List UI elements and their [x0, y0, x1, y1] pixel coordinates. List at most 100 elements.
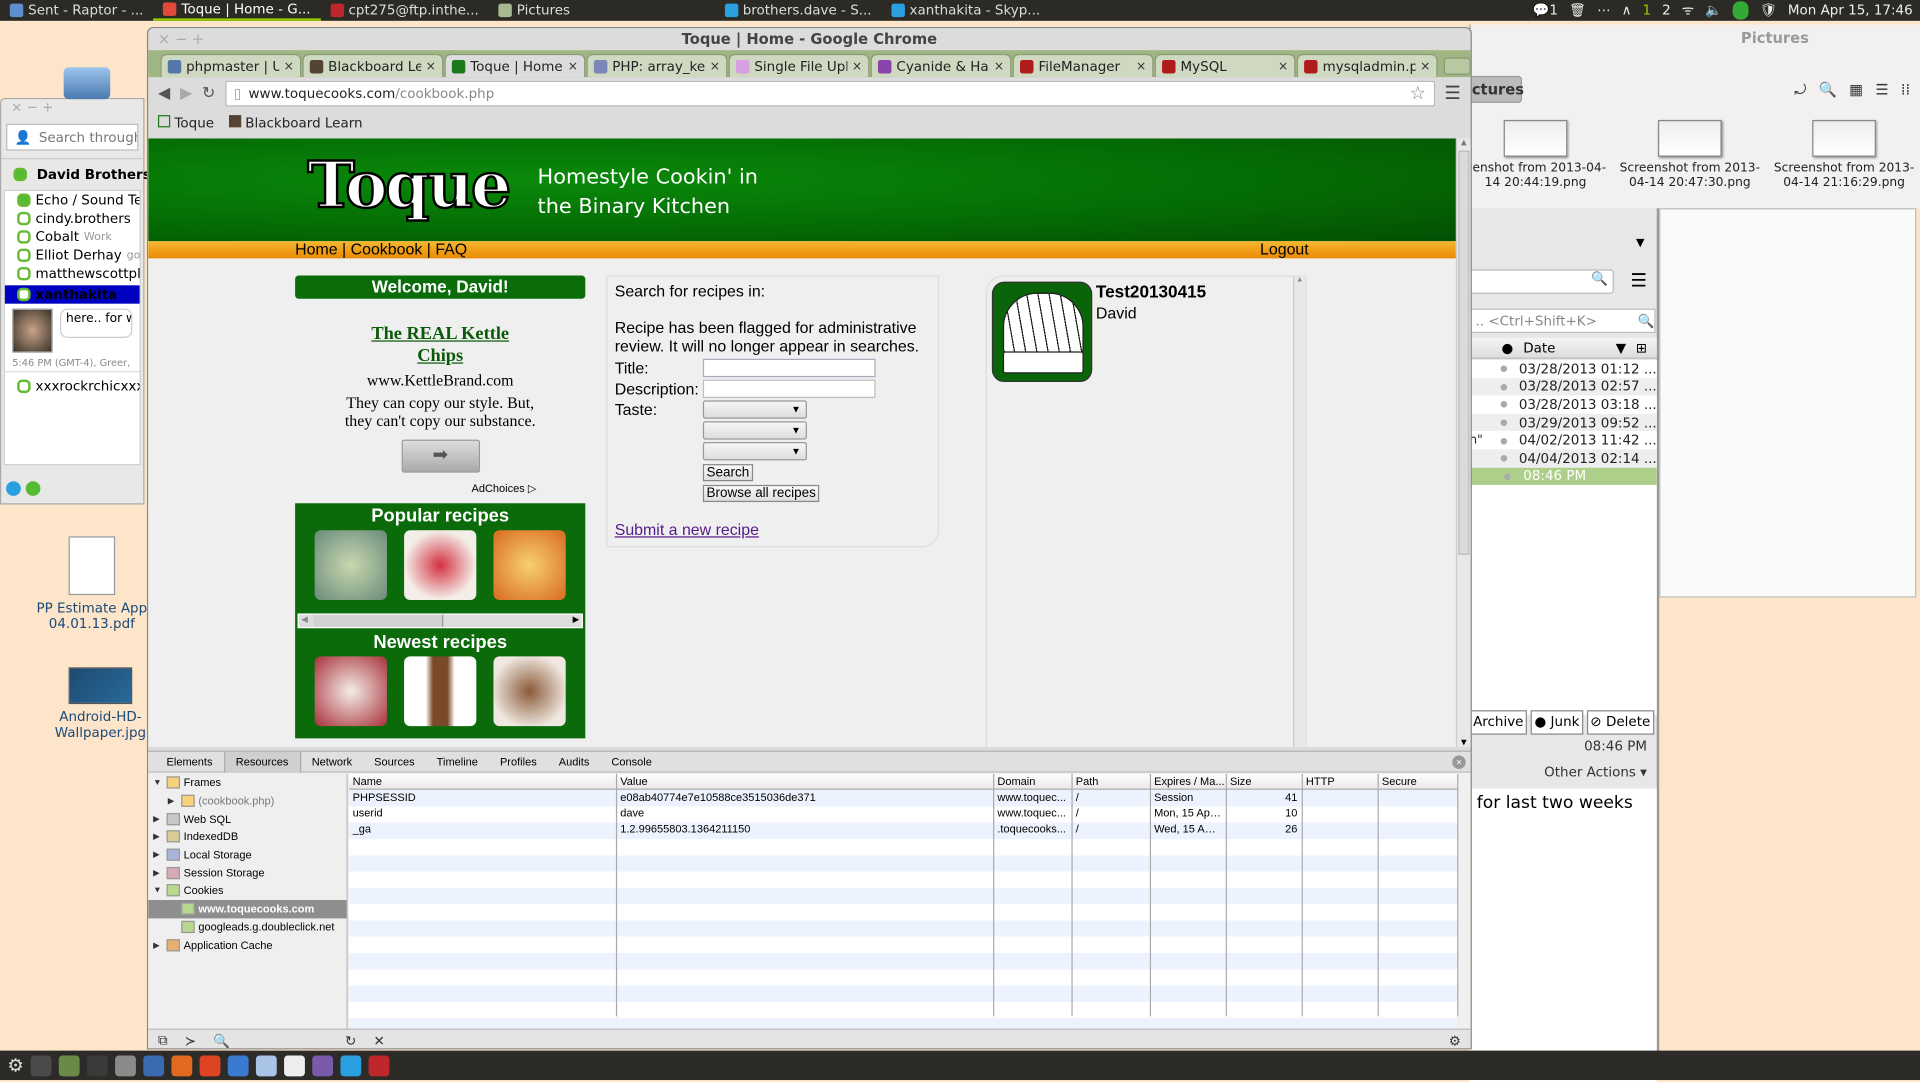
devtools-tab[interactable]: Sources	[363, 751, 425, 772]
settings-gear-icon[interactable]: ⚙	[1449, 1033, 1461, 1048]
title-input[interactable]	[702, 358, 876, 378]
submit-recipe-link[interactable]: Submit a new recipe	[615, 520, 931, 538]
contact-item[interactable]: cindy.brothers	[5, 209, 140, 227]
workspace-1[interactable]: 1	[1643, 2, 1652, 18]
more-icon[interactable]: ⋯	[1597, 2, 1610, 18]
close-tab-icon[interactable]: ×	[994, 59, 1004, 72]
read-dot-icon[interactable]: ●	[1494, 382, 1514, 392]
nav-faq-link[interactable]: FAQ	[435, 240, 467, 258]
contact-item[interactable]: xxxrockrchicxxx	[5, 377, 140, 395]
read-dot-icon[interactable]: ●	[1494, 364, 1514, 374]
window-controls[interactable]: × − +	[1, 99, 143, 116]
up-arrow-icon[interactable]: ∧	[1622, 2, 1632, 18]
browser-tab[interactable]: PHP: array_key ×	[586, 53, 728, 78]
column-picker-icon[interactable]: ⊞	[1626, 340, 1647, 356]
window-list-item[interactable]: Toque | Home - G...	[153, 0, 321, 21]
taskbar-app-icon[interactable]	[256, 1054, 278, 1076]
column-header[interactable]: Expires / Ma...	[1149, 773, 1227, 790]
window-list-item[interactable]: cpt275@ftp.inthe...	[320, 0, 488, 21]
forward-icon[interactable]: ▶	[180, 84, 192, 102]
disclosure-triangle-icon[interactable]: ▶	[153, 850, 163, 860]
tree-item[interactable]: ▶ Session Storage	[148, 864, 346, 882]
contact-item[interactable]: Echo / Sound Test	[5, 191, 140, 209]
disclosure-triangle-icon[interactable]: ▶	[153, 940, 163, 950]
junk-button[interactable]: ● Junk	[1530, 710, 1584, 735]
devtools-tab[interactable]: Elements	[156, 751, 224, 772]
contact-item-selected[interactable]: xanthakita	[4, 285, 140, 304]
devtools-tab[interactable]: Console	[600, 751, 662, 772]
scrollbar-thumb[interactable]	[313, 614, 444, 627]
browser-tab[interactable]: Blackboard Le ×	[302, 53, 444, 78]
global-search-input[interactable]: 🔍	[1469, 269, 1614, 294]
taskbar-app-icon[interactable]	[228, 1054, 250, 1076]
close-tab-icon[interactable]: ×	[284, 59, 294, 72]
taskbar-app-icon[interactable]	[143, 1054, 165, 1076]
tree-item[interactable]: ▶ (cookbook.php)	[148, 792, 346, 810]
console-drawer-icon[interactable]: ≻	[185, 1033, 196, 1048]
messages-indicator[interactable]: 💬1	[1533, 2, 1558, 18]
delete-button[interactable]: ⊘ Delete	[1586, 710, 1654, 735]
close-tab-icon[interactable]: ×	[1278, 59, 1288, 72]
app-menu-icon[interactable]: ☰	[1630, 269, 1646, 291]
taste-select-1[interactable]: ▼	[702, 400, 807, 419]
new-tab-button[interactable]	[1443, 57, 1471, 75]
search-button[interactable]: Search	[702, 463, 753, 481]
disclosure-triangle-icon[interactable]: ▶	[168, 796, 178, 806]
file-item[interactable]: Screenshot from 2013-04-14 20:47:30.png	[1613, 120, 1767, 191]
close-tab-icon[interactable]: ×	[1136, 59, 1146, 72]
devtools-tab[interactable]: Audits	[548, 751, 601, 772]
tree-item[interactable]: ▼ Frames	[148, 774, 346, 792]
volume-icon[interactable]: 🔈	[1705, 2, 1722, 18]
recipe-thumbnail[interactable]	[314, 530, 387, 601]
archive-button[interactable]: Archive	[1469, 710, 1528, 735]
adchoices-link[interactable]: AdChoices ▷	[295, 482, 585, 495]
tree-item[interactable]: ▼ Cookies	[148, 882, 346, 900]
browse-all-button[interactable]: Browse all recipes	[702, 484, 820, 502]
back-icon[interactable]: ◀	[158, 84, 170, 102]
bookmark-blackboard[interactable]: Blackboard Learn	[228, 114, 363, 130]
contact-item[interactable]: Elliot Derhaygoing	[5, 246, 140, 264]
tree-item[interactable]: www.toquecooks.com	[148, 899, 347, 918]
scroll-right-icon[interactable]: ▶	[573, 615, 580, 625]
browser-tab[interactable]: Toque | Home ×	[444, 53, 586, 78]
disclosure-triangle-icon[interactable]: ▼	[153, 886, 163, 895]
window-list-item[interactable]: Sent - Raptor - ...	[0, 0, 153, 21]
message-row[interactable]: ● 03/29/2013 09:52 ...	[1469, 413, 1657, 432]
close-devtools-icon[interactable]: ×	[1452, 755, 1466, 769]
tree-item[interactable]: ▶ IndexedDB	[148, 828, 346, 846]
address-bar[interactable]: ▯ www.toquecooks.com/cookbook.php ☆	[225, 80, 1435, 106]
wifi-icon[interactable]: ᯤ	[1682, 1, 1694, 19]
refresh-icon[interactable]: ↻	[345, 1033, 356, 1048]
bookmark-toque[interactable]: Toque	[157, 114, 214, 130]
junk-column-icon[interactable]: ●	[1496, 340, 1518, 356]
read-dot-icon[interactable]: ●	[1494, 418, 1514, 428]
taskbar-app-icon[interactable]	[59, 1054, 81, 1076]
desktop-icon-pdf[interactable]: PP Estimate App 04.01.13.pdf	[31, 536, 153, 632]
taskbar-app-icon[interactable]	[369, 1054, 390, 1076]
close-tab-icon[interactable]: ×	[1420, 59, 1430, 72]
nav-home-link[interactable]: Home	[295, 240, 337, 258]
breadcrumb-button[interactable]: ctures	[1470, 75, 1524, 103]
scroll-down-icon[interactable]: ▼	[1457, 738, 1470, 747]
browser-tab[interactable]: Single File Uplo×	[728, 53, 870, 78]
close-tab-icon[interactable]: ×	[710, 59, 720, 72]
read-dot-icon[interactable]: ●	[1494, 400, 1514, 410]
message-row[interactable]: ● 03/28/2013 03:18 ...	[1469, 395, 1657, 414]
taskbar-app-icon[interactable]	[87, 1054, 109, 1076]
tree-item[interactable]: ▶ Web SQL	[148, 810, 346, 828]
taskbar-app-icon[interactable]	[312, 1054, 334, 1076]
quick-filter-input[interactable]: .. <Ctrl+Shift+K> 🔍	[1469, 308, 1656, 334]
reload-icon[interactable]: ↻	[202, 84, 215, 102]
scrollbar-thumb[interactable]	[1458, 150, 1470, 555]
delete-cookie-icon[interactable]: ✕	[373, 1033, 384, 1048]
window-list-item[interactable]: brothers.dave - S...	[715, 0, 882, 21]
column-header[interactable]: Domain	[993, 773, 1073, 790]
taste-select-2[interactable]: ▼	[702, 421, 807, 440]
desktop-icon-image[interactable]: Android-HD-Wallpaper.jpg	[39, 667, 161, 741]
workspace-2[interactable]: 2	[1662, 2, 1671, 18]
card-scrollbar[interactable]: ▲	[1293, 276, 1306, 747]
window-list-item[interactable]: Pictures	[489, 0, 580, 21]
ad-url[interactable]: www.KettleBrand.com	[295, 371, 585, 391]
taskbar-app-icon[interactable]	[171, 1054, 193, 1076]
devtools-tab[interactable]: Network	[301, 751, 363, 772]
